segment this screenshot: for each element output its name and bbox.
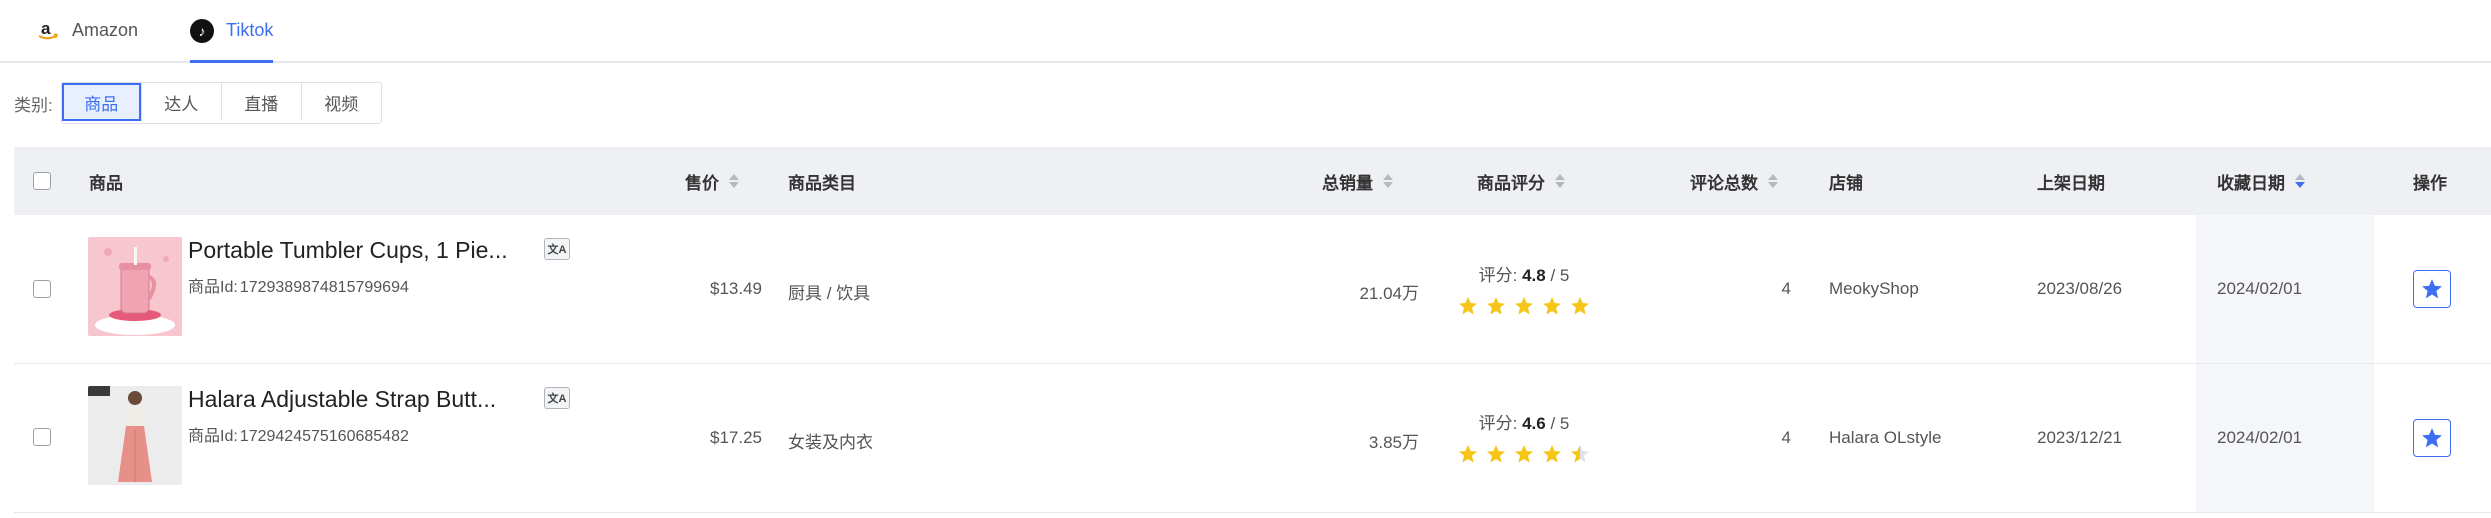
favorited-date-value: 2024/02/01: [2217, 279, 2303, 298]
product-id-value: 1729389874815799694: [239, 279, 409, 296]
shop-link[interactable]: Halara OLstyle: [1829, 428, 1941, 448]
column-header-review-count-label: 评论总数: [1690, 173, 1758, 193]
column-header-rating-label: 商品评分: [1477, 173, 1545, 193]
amazon-logo-icon: a: [36, 19, 60, 43]
tab-amazon[interactable]: a Amazon: [36, 0, 138, 61]
listed-date-value: 2023/08/26: [2037, 279, 2123, 298]
tab-amazon-label: Amazon: [72, 20, 139, 40]
total-sales-value: 21.04万: [1359, 284, 1419, 303]
star-icon: [1487, 445, 1505, 463]
rating-score: 4.8: [1522, 266, 1546, 285]
rating-text: 评分: 4.8 / 5: [1454, 261, 1594, 286]
product-id: 商品Id: 1729389874815799694: [188, 273, 409, 297]
category-segmented-control: 商品 达人 直播 视频: [60, 82, 382, 124]
row-checkbox[interactable]: [33, 280, 51, 298]
star-icon: [1543, 445, 1561, 463]
category-value: 女装及内衣: [788, 433, 873, 452]
favorited-date-value: 2024/02/01: [2217, 428, 2303, 447]
select-all-checkbox[interactable]: [33, 172, 51, 190]
column-header-price-label: 售价: [685, 173, 719, 193]
column-header-total-sales-label: 总销量: [1322, 173, 1373, 193]
shop-link[interactable]: MeokyShop: [1829, 279, 1919, 299]
table-header: 商品 售价 商品类目 总销量 商品评分 评论总数 店铺 上架日期 收藏日期 操作: [14, 147, 2491, 215]
table-row: Halara Adjustable Strap Butt... 文A 商品Id:…: [14, 364, 2491, 513]
category-option-influencer[interactable]: 达人: [140, 83, 221, 121]
star-half-icon: [1571, 445, 1589, 463]
sort-icon: [729, 174, 739, 188]
category-filter: 类别: 商品 达人 直播 视频: [14, 82, 382, 124]
column-header-listed-date: 上架日期: [2037, 173, 2105, 193]
column-header-price[interactable]: 售价: [685, 147, 739, 215]
star-filled-icon: [2422, 279, 2442, 299]
product-name-link[interactable]: Halara Adjustable Strap Butt...: [188, 386, 548, 413]
column-header-favorited-date-label: 收藏日期: [2217, 173, 2285, 193]
rating-prefix: 评分:: [1478, 266, 1518, 285]
star-icon: [1515, 297, 1533, 315]
price-value: $17.25: [710, 428, 762, 447]
star-icon: [1543, 297, 1561, 315]
rating-score: 4.6: [1522, 414, 1546, 433]
product-id-label: 商品Id:: [188, 428, 238, 445]
star-icon: [1487, 297, 1505, 315]
rating-block: 评分: 4.8 / 5: [1454, 261, 1594, 316]
select-all-checkbox-cell: [33, 147, 51, 215]
sort-icon: [1383, 174, 1393, 188]
category-option-product[interactable]: 商品: [61, 83, 141, 121]
column-header-product: 商品: [89, 173, 123, 193]
rating-stars: [1454, 296, 1594, 316]
star-filled-icon: [2422, 428, 2442, 448]
rating-block: 评分: 4.6 / 5: [1454, 409, 1594, 464]
category-option-live[interactable]: 直播: [220, 83, 301, 121]
column-header-shop: 店铺: [1829, 173, 1863, 193]
star-icon: [1515, 445, 1533, 463]
product-id-label: 商品Id:: [188, 279, 238, 296]
product-id-value: 1729424575160685482: [239, 428, 409, 445]
rating-text: 评分: 4.6 / 5: [1454, 409, 1594, 434]
tab-tiktok[interactable]: ♪ Tiktok: [190, 0, 274, 63]
favorite-button[interactable]: [2413, 419, 2451, 457]
translate-icon[interactable]: 文A: [544, 387, 570, 409]
sort-desc-icon: [2295, 174, 2305, 188]
rating-max: / 5: [1550, 414, 1570, 433]
table-row: Portable Tumbler Cups, 1 Pie... 文A 商品Id:…: [14, 215, 2491, 364]
translate-icon[interactable]: 文A: [544, 238, 570, 260]
rating-stars: [1454, 444, 1594, 464]
column-header-total-sales[interactable]: 总销量: [1322, 147, 1393, 215]
sort-icon: [1768, 174, 1778, 188]
row-checkbox[interactable]: [33, 428, 51, 446]
column-header-favorited-date[interactable]: 收藏日期: [2217, 147, 2305, 215]
product-thumbnail[interactable]: [88, 237, 182, 336]
star-icon: [1571, 297, 1589, 315]
column-header-actions: 操作: [2413, 173, 2447, 193]
category-value: 厨具 / 饮具: [788, 284, 871, 303]
column-header-review-count[interactable]: 评论总数: [1690, 147, 1778, 215]
rating-max: / 5: [1550, 266, 1570, 285]
column-header-rating[interactable]: 商品评分: [1477, 147, 1565, 215]
price-value: $13.49: [710, 279, 762, 298]
review-count-value: 4: [1781, 279, 1791, 298]
star-icon: [1459, 445, 1477, 463]
tab-tiktok-label: Tiktok: [226, 20, 274, 40]
product-name-link[interactable]: Portable Tumbler Cups, 1 Pie...: [188, 237, 548, 264]
listed-date-value: 2023/12/21: [2037, 428, 2123, 447]
tiktok-logo-icon: ♪: [190, 18, 214, 43]
favorite-button[interactable]: [2413, 270, 2451, 308]
rating-prefix: 评分:: [1478, 414, 1518, 433]
platform-tabs: a Amazon ♪ Tiktok: [0, 0, 2491, 63]
category-option-video[interactable]: 视频: [300, 83, 381, 121]
total-sales-value: 3.85万: [1368, 433, 1419, 452]
svg-text:a: a: [41, 19, 51, 38]
product-thumbnail[interactable]: [88, 386, 182, 485]
category-label: 类别:: [14, 95, 53, 115]
product-id: 商品Id: 1729424575160685482: [188, 422, 409, 446]
review-count-value: 4: [1781, 428, 1791, 447]
column-header-category: 商品类目: [788, 173, 856, 193]
sort-icon: [1555, 174, 1565, 188]
star-icon: [1459, 297, 1477, 315]
